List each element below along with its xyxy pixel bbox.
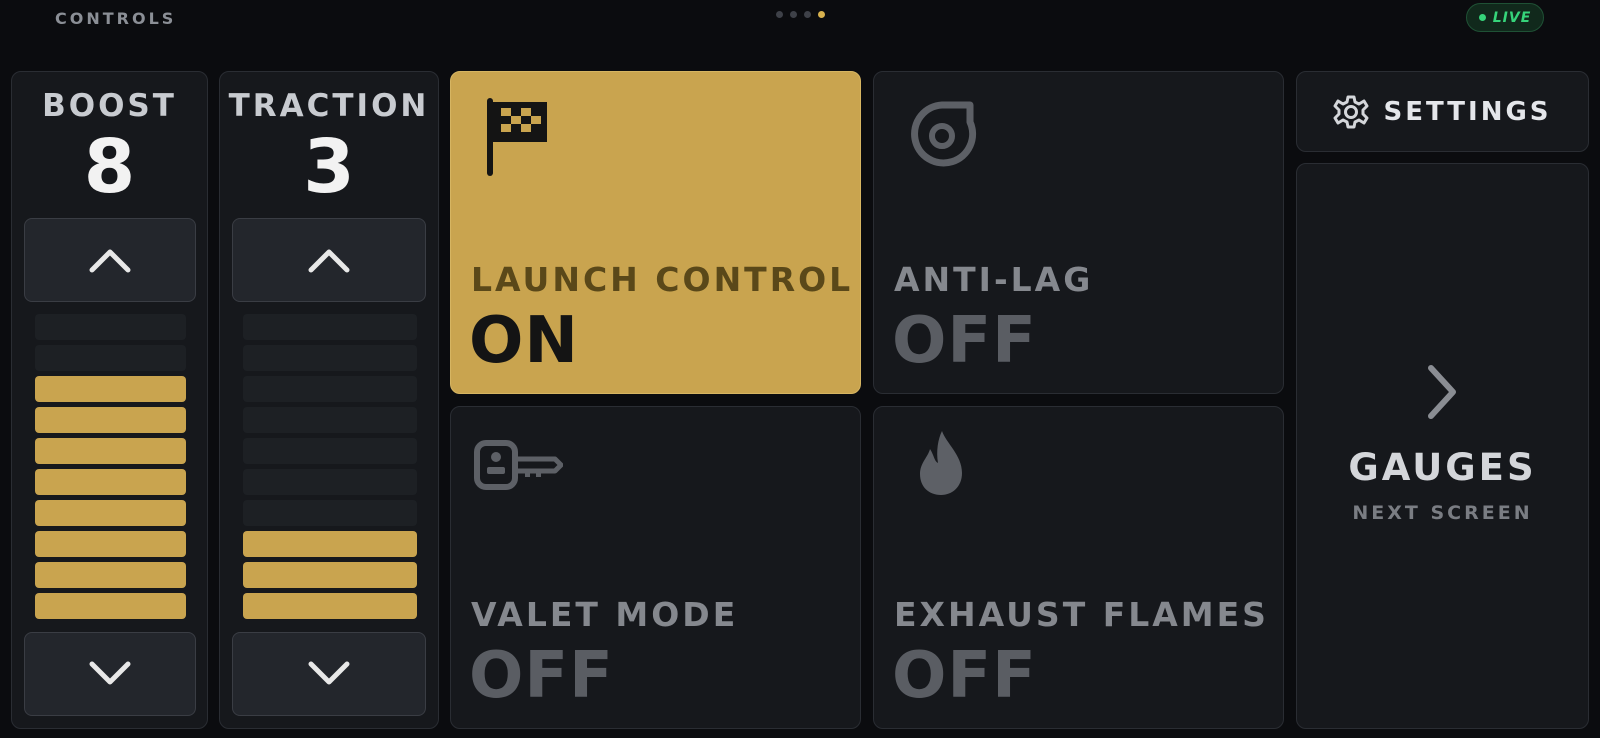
live-label: LIVE [1492,9,1532,26]
live-status-badge: LIVE [1466,3,1544,32]
traction-level-bar [243,593,417,619]
exhaust-flames-label: EXHAUST FLAMES [894,595,1269,634]
top-bar: CONTROLS LIVE [0,0,1600,50]
traction-level-bar [243,531,417,557]
settings-button[interactable]: SETTINGS [1296,71,1589,152]
traction-level-bar [243,407,417,433]
chevron-up-icon [308,249,350,273]
traction-decrease-button[interactable] [232,632,426,716]
valet-mode-label: VALET MODE [471,595,739,634]
live-indicator-dot [1478,14,1486,21]
screen-title: CONTROLS [55,9,177,28]
traction-increase-button[interactable] [232,218,426,302]
boost-level-bar [35,376,186,402]
gauges-next-screen-button[interactable]: GAUGES NEXT SCREEN [1296,163,1589,729]
page-indicator [776,11,825,18]
chevron-right-icon [1428,365,1456,419]
flame-icon [920,431,962,495]
gauges-sublabel: NEXT SCREEN [1352,502,1533,524]
exhaust-flames-toggle[interactable]: EXHAUST FLAMES OFF [873,406,1284,729]
turbo-icon [911,101,977,167]
boost-value: 8 [83,124,136,210]
boost-level-bar [35,345,186,371]
traction-level-bar [243,345,417,371]
traction-level-bar [243,376,417,402]
settings-label: SETTINGS [1383,96,1552,127]
traction-stepper-panel: TRACTION 3 [219,71,439,729]
gear-icon [1333,95,1369,128]
chevron-down-icon [89,661,131,685]
launch-control-state: ON [469,304,579,378]
anti-lag-state: OFF [892,304,1037,378]
boost-level-bar [35,531,186,557]
traction-level-bar [243,562,417,588]
traction-level-bar [243,500,417,526]
boost-increase-button[interactable] [24,218,196,302]
checkered-flag-icon [487,98,547,176]
traction-label: TRACTION [228,88,430,124]
page-dot[interactable] [776,11,783,18]
page-dot[interactable] [804,11,811,18]
boost-level-bar [35,438,186,464]
boost-level-bar [35,407,186,433]
page-dot-active[interactable] [818,11,825,18]
valet-mode-state: OFF [469,639,614,713]
boost-level-bar [35,593,186,619]
anti-lag-label: ANTI-LAG [894,260,1094,299]
boost-level-bar [35,314,186,340]
traction-level-bar [243,438,417,464]
chevron-up-icon [89,249,131,273]
anti-lag-toggle[interactable]: ANTI-LAG OFF [873,71,1284,394]
exhaust-flames-state: OFF [892,639,1037,713]
traction-level-bar [243,469,417,495]
boost-stepper-panel: BOOST 8 [11,71,208,729]
gauges-label: GAUGES [1348,446,1537,489]
boost-label: BOOST [42,88,177,124]
page-dot[interactable] [790,11,797,18]
launch-control-label: LAUNCH CONTROL [471,260,854,299]
traction-level-bar [243,314,417,340]
launch-control-toggle[interactable]: LAUNCH CONTROL ON [450,71,861,394]
chevron-down-icon [308,661,350,685]
key-fob-icon [474,440,563,490]
boost-decrease-button[interactable] [24,632,196,716]
boost-level-bars [35,314,186,619]
boost-level-bar [35,500,186,526]
traction-level-bars [243,314,417,619]
valet-mode-toggle[interactable]: VALET MODE OFF [450,406,861,729]
boost-level-bar [35,562,186,588]
traction-value: 3 [303,124,355,210]
boost-level-bar [35,469,186,495]
